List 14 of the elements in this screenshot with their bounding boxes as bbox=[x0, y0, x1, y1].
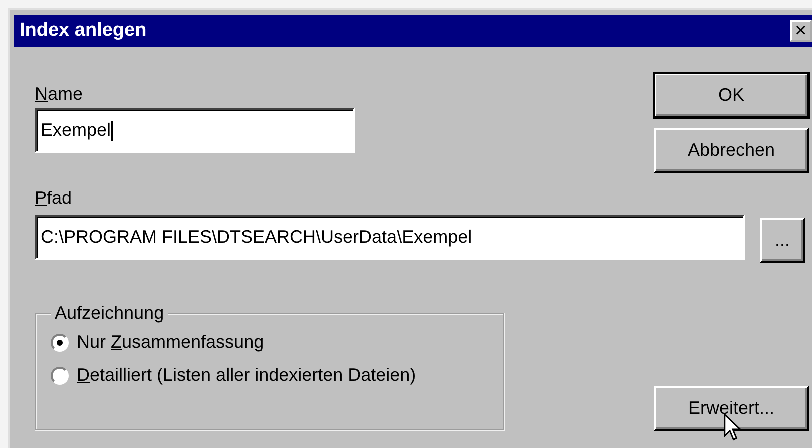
mouse-cursor-icon bbox=[724, 414, 742, 442]
group-title: Aufzeichnung bbox=[54, 303, 166, 324]
path-label: Pfad bbox=[35, 187, 72, 209]
path-field[interactable]: C:\PROGRAM FILES\DTSEARCH\UserData\Exempel bbox=[35, 215, 745, 260]
browse-button[interactable]: ... bbox=[760, 218, 805, 263]
ok-button[interactable]: OK bbox=[654, 73, 809, 118]
name-label: Name bbox=[35, 83, 84, 105]
cancel-button[interactable]: Abbrechen bbox=[654, 128, 809, 173]
close-button[interactable]: × bbox=[790, 20, 812, 42]
radio-option[interactable]: Nur Zusammenfassung bbox=[51, 332, 264, 353]
name-field[interactable]: Exempel bbox=[35, 108, 355, 153]
advanced-button[interactable]: Erweitert... bbox=[654, 386, 809, 431]
radio-option[interactable]: Detailliert (Listen aller indexierten Dateien) bbox=[51, 365, 416, 386]
window-title: Index anlegen bbox=[20, 20, 147, 42]
